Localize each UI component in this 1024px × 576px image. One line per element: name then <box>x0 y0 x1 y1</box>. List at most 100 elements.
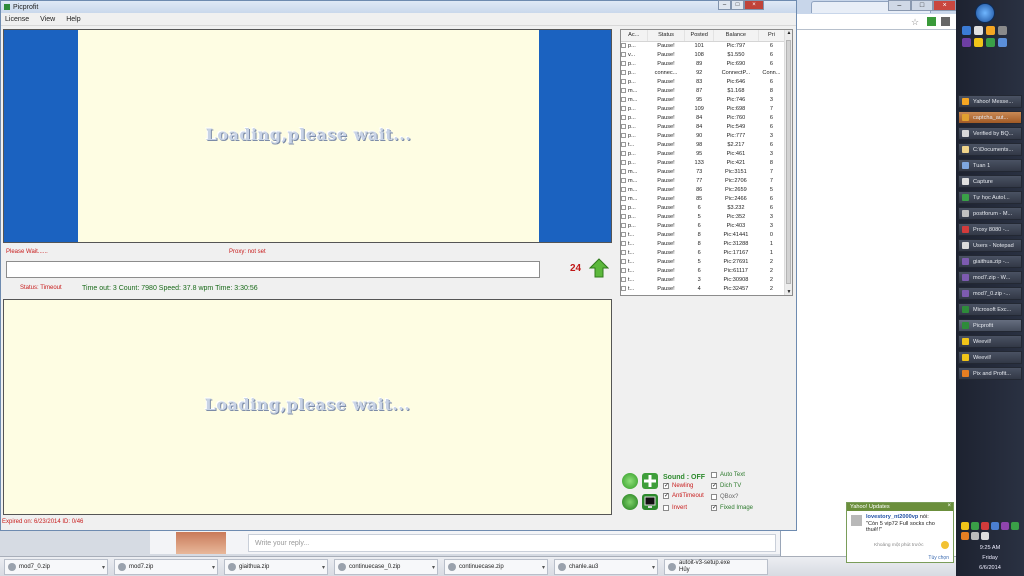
reply-input[interactable]: Write your reply... <box>248 534 776 552</box>
table-row[interactable]: p... Pause! 90 Pic:777 3 <box>621 131 785 140</box>
table-row[interactable]: p... Pause! 109 Pic:698 7 <box>621 104 785 113</box>
clock-time[interactable]: 9:25 AM <box>956 545 1024 551</box>
menu-view[interactable]: View <box>40 16 55 23</box>
quick-launch-icon[interactable] <box>986 26 995 35</box>
download-item[interactable]: giaithua.zip ▾ <box>224 559 328 575</box>
table-row[interactable]: m... Pause! 95 Pic:746 3 <box>621 95 785 104</box>
browser-minimize-button[interactable]: – <box>888 0 911 11</box>
row-checkbox[interactable] <box>621 195 626 201</box>
table-row[interactable]: p... connec... 92 ConnectP... Conn... <box>621 68 785 77</box>
table-row[interactable]: m... Pause! 77 Pic:2706 7 <box>621 176 785 185</box>
table-row[interactable]: p... Pause! 101 Pic:797 6 <box>621 41 785 50</box>
chevron-down-icon[interactable]: ▾ <box>102 564 105 571</box>
col-balance[interactable]: Balance <box>713 30 759 42</box>
row-checkbox[interactable] <box>621 258 626 264</box>
row-checkbox[interactable] <box>621 150 626 156</box>
row-checkbox[interactable] <box>621 60 626 66</box>
row-checkbox[interactable] <box>621 141 626 147</box>
taskbar-item[interactable]: Picprofit <box>958 319 1022 332</box>
chevron-down-icon[interactable]: ▾ <box>542 564 545 571</box>
download-item[interactable]: continuecase.zip ▾ <box>444 559 548 575</box>
invert-option[interactable]: Invert <box>663 505 687 511</box>
tray-icon[interactable] <box>981 532 989 540</box>
taskbar-item[interactable]: Weevil! <box>958 335 1022 348</box>
table-row[interactable]: p... Pause! 133 Pic:421 8 <box>621 158 785 167</box>
tray-icon[interactable] <box>1011 522 1019 530</box>
table-row[interactable]: t... Pause! 98 $2.217 6 <box>621 140 785 149</box>
tray-icon[interactable] <box>971 532 979 540</box>
minimize-button[interactable]: – <box>718 0 731 10</box>
row-checkbox[interactable] <box>621 114 626 120</box>
tray-icon[interactable] <box>991 522 999 530</box>
yahoo-notification[interactable]: Yahoo! Updates × lovestory_nt2000vp nói:… <box>846 502 954 563</box>
row-checkbox[interactable] <box>621 204 626 210</box>
taskbar-item[interactable]: C:\Documents... <box>958 143 1022 156</box>
start-orb-icon[interactable] <box>975 3 995 23</box>
col-status[interactable]: Status <box>647 30 686 42</box>
row-checkbox[interactable] <box>621 123 626 129</box>
dich-tv-checkbox[interactable]: ✓ <box>711 483 717 489</box>
menu-help[interactable]: Help <box>66 16 80 23</box>
table-row[interactable]: t... Pause! 6 Pic:61117 2 <box>621 266 785 275</box>
tray-icon[interactable] <box>961 532 969 540</box>
chevron-down-icon[interactable]: ▾ <box>652 564 655 571</box>
taskbar-item[interactable]: Capture <box>958 175 1022 188</box>
menu-license[interactable]: License <box>5 16 29 23</box>
taskbar-item[interactable]: Pix and Profit... <box>958 367 1022 380</box>
table-row[interactable]: p... Pause! 6 $3.232 6 <box>621 203 785 212</box>
extension-icon[interactable] <box>927 17 936 26</box>
quick-launch-icon[interactable] <box>974 26 983 35</box>
scroll-up-icon[interactable]: ▲ <box>785 30 792 36</box>
row-checkbox[interactable] <box>621 69 626 75</box>
table-row[interactable]: t... Pause! 5 Pic:27691 2 <box>621 257 785 266</box>
bookmark-star-icon[interactable]: ☆ <box>911 17 919 28</box>
download-item[interactable]: autoit-v3-setup.exe Hủy <box>664 559 768 575</box>
quick-launch-icon[interactable] <box>962 26 971 35</box>
table-row[interactable]: t... Pause! 6 Pic:17167 1 <box>621 248 785 257</box>
close-button[interactable]: × <box>744 0 764 10</box>
taskbar-item[interactable]: Tuan 1 <box>958 159 1022 172</box>
taskbar-item[interactable]: captcha_aut... <box>958 111 1022 124</box>
row-checkbox[interactable] <box>621 105 626 111</box>
row-checkbox[interactable] <box>621 249 626 255</box>
row-checkbox[interactable] <box>621 96 626 102</box>
dich-tv-option[interactable]: ✓ Dich TV <box>711 483 741 489</box>
antitimeout-option[interactable]: ✓ AntiTimeout <box>663 493 704 499</box>
download-item[interactable]: continuecase_0.zip ▾ <box>334 559 438 575</box>
row-checkbox[interactable] <box>621 213 626 219</box>
qbox-checkbox[interactable] <box>711 494 717 500</box>
col-pri[interactable]: Pri <box>758 30 786 42</box>
table-row[interactable]: p... Pause! 89 Pic:690 6 <box>621 59 785 68</box>
row-checkbox[interactable] <box>621 222 626 228</box>
table-row[interactable]: t... Pause! 4 Pic:32457 2 <box>621 284 785 293</box>
taskbar-item[interactable]: giaithua.zip -... <box>958 255 1022 268</box>
quick-launch-icon[interactable] <box>986 38 995 47</box>
taskbar-item[interactable]: Microsoft Exc... <box>958 303 1022 316</box>
maximize-button[interactable]: □ <box>731 0 744 10</box>
row-checkbox[interactable] <box>621 42 626 48</box>
table-scrollbar[interactable]: ▲ ▼ <box>784 30 792 295</box>
yahoo-options-link[interactable]: Tùy chọn <box>928 555 949 561</box>
col-account[interactable]: Ac... <box>621 30 648 42</box>
start-button[interactable] <box>622 473 638 489</box>
row-checkbox[interactable] <box>621 231 626 237</box>
table-row[interactable]: m... Pause! 85 Pic:2466 6 <box>621 194 785 203</box>
taskbar-item[interactable]: Users - Notepad <box>958 239 1022 252</box>
chevron-down-icon[interactable]: ▾ <box>432 564 435 571</box>
newling-checkbox[interactable]: ✓ <box>663 483 669 489</box>
auto-text-option[interactable]: Auto Text <box>711 472 745 478</box>
col-posted[interactable]: Posted <box>684 30 714 42</box>
quick-launch-icon[interactable] <box>974 38 983 47</box>
row-checkbox[interactable] <box>621 285 626 291</box>
chevron-down-icon[interactable]: ▾ <box>212 564 215 571</box>
yahoo-user[interactable]: lovestory_nt2000vp <box>866 514 918 520</box>
tray-icon[interactable] <box>961 522 969 530</box>
auto-text-checkbox[interactable] <box>711 472 717 478</box>
row-checkbox[interactable] <box>621 168 626 174</box>
row-checkbox[interactable] <box>621 78 626 84</box>
download-item[interactable]: mod7_0.zip ▾ <box>4 559 108 575</box>
table-row[interactable]: m... Pause! 86 Pic:2659 5 <box>621 185 785 194</box>
table-row[interactable]: t... Pause! 3 Pic:30908 2 <box>621 275 785 284</box>
row-checkbox[interactable] <box>621 51 626 57</box>
taskbar-item[interactable]: Weevil! <box>958 351 1022 364</box>
